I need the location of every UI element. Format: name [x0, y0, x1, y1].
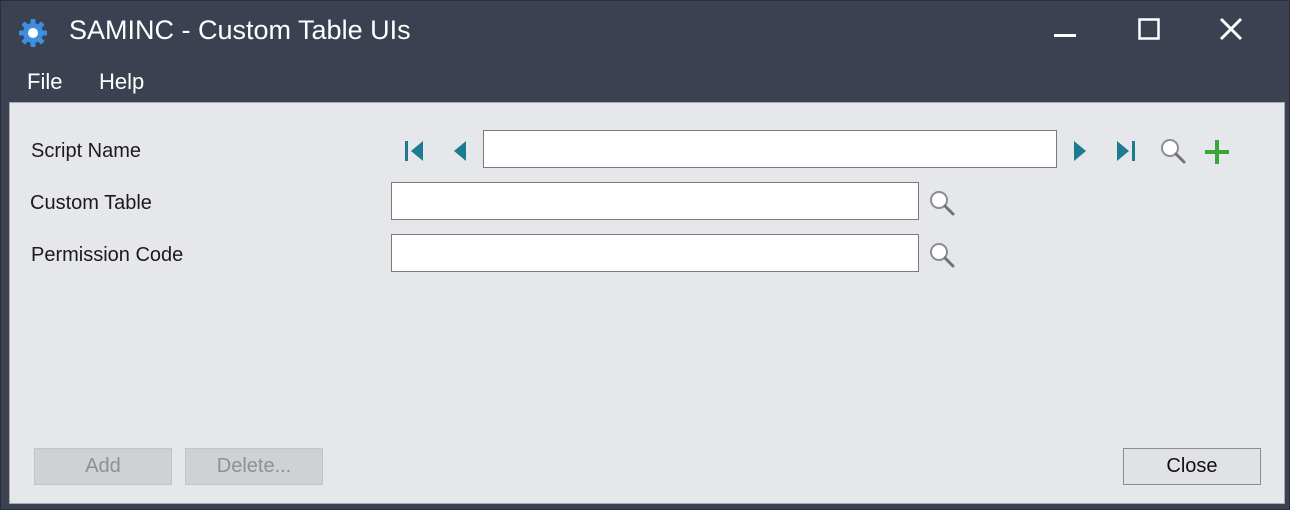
menu-file[interactable]: File	[27, 69, 62, 95]
maximize-button[interactable]	[1119, 9, 1179, 49]
script-name-label: Script Name	[31, 140, 142, 162]
close-button[interactable]: Close	[1123, 448, 1261, 485]
custom-table-input[interactable]	[391, 182, 919, 220]
permission-code-input[interactable]	[391, 234, 919, 272]
minimize-icon	[1054, 34, 1076, 37]
first-record-icon[interactable]	[402, 138, 428, 164]
form-panel: Script Name Custom Table Permission Code…	[9, 102, 1285, 504]
next-record-icon[interactable]	[1067, 138, 1093, 164]
title-bar[interactable]: SAMINC - Custom Table UIs	[1, 1, 1289, 63]
maximize-icon	[1138, 18, 1160, 40]
custom-table-label: Custom Table	[30, 192, 152, 214]
close-window-button[interactable]	[1201, 9, 1261, 49]
previous-record-icon[interactable]	[447, 138, 473, 164]
script-name-input[interactable]	[483, 130, 1057, 168]
plus-icon[interactable]	[1204, 139, 1230, 165]
close-icon	[1219, 17, 1243, 41]
magnifier-icon[interactable]	[928, 241, 956, 269]
delete-button[interactable]: Delete...	[185, 448, 323, 485]
menu-help[interactable]: Help	[99, 69, 144, 95]
menu-bar: File Help	[1, 63, 1289, 101]
add-button[interactable]: Add	[34, 448, 172, 485]
magnifier-icon[interactable]	[1159, 137, 1187, 165]
magnifier-icon[interactable]	[928, 189, 956, 217]
window: SAMINC - Custom Table UIs File Help Scri…	[0, 0, 1290, 510]
last-record-icon[interactable]	[1112, 138, 1138, 164]
permission-code-label: Permission Code	[31, 244, 184, 266]
gear-icon	[19, 19, 47, 47]
minimize-button[interactable]	[1035, 9, 1095, 49]
window-title: SAMINC - Custom Table UIs	[69, 15, 411, 45]
